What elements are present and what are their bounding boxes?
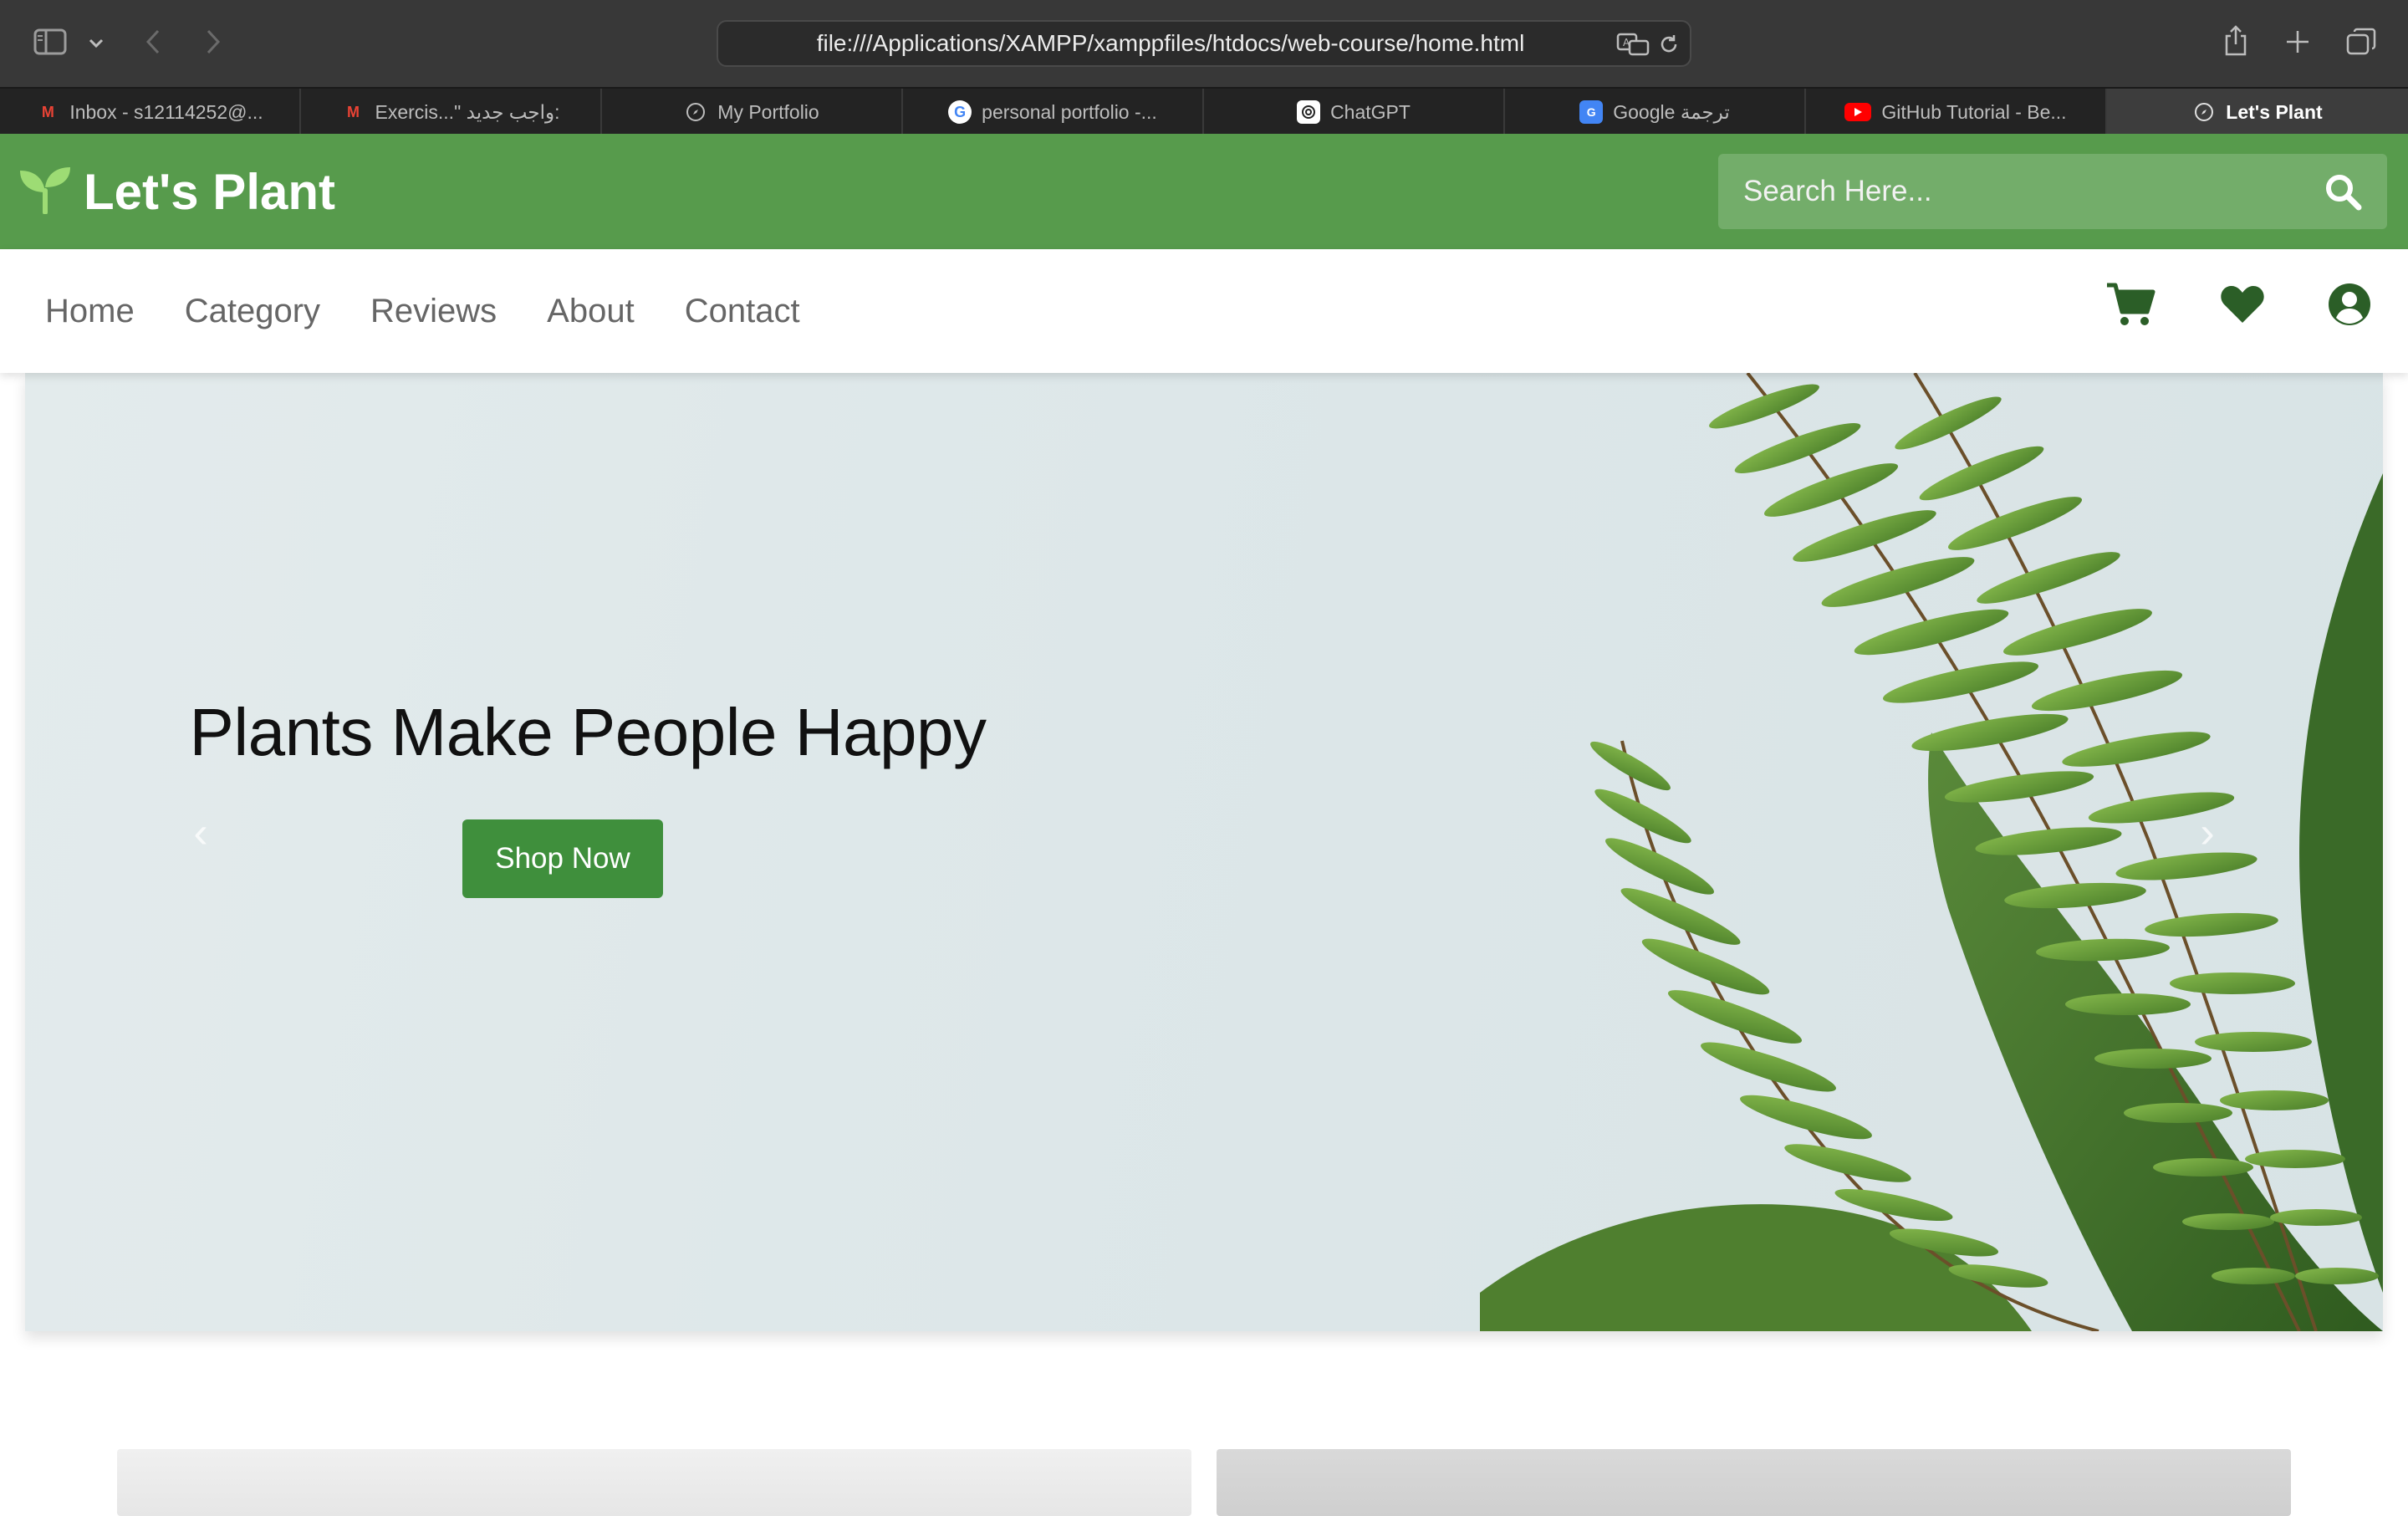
compass-icon: [684, 100, 707, 124]
back-icon[interactable]: [140, 25, 166, 59]
hero-carousel: Plants Make People Happy Shop Now ‹ ›: [25, 373, 2383, 1331]
gmail-icon: M: [347, 103, 360, 120]
tab-strip: M Inbox - s12114252@... M Exercis..." وا…: [0, 87, 2408, 135]
forward-icon[interactable]: [201, 25, 226, 59]
nav-link-contact[interactable]: Contact: [685, 293, 800, 330]
category-card[interactable]: [117, 1449, 1191, 1516]
google-translate-icon: G: [1579, 100, 1604, 124]
shop-now-button[interactable]: Shop Now: [462, 819, 663, 898]
browser-tab[interactable]: G Google ترجمة: [1505, 89, 1806, 135]
nav-links: Home Category Reviews About Contact: [45, 249, 800, 373]
browser-tab[interactable]: G personal portfolio -...: [903, 89, 1204, 135]
nav-link-home[interactable]: Home: [45, 293, 135, 330]
tab-label: ChatGPT: [1330, 100, 1411, 123]
browser-tab[interactable]: GitHub Tutorial - Be...: [1806, 89, 2107, 135]
google-icon: G: [948, 100, 972, 124]
url-text: file:///Applications/XAMPP/xamppfiles/ht…: [816, 30, 1525, 56]
cart-icon[interactable]: [2105, 281, 2155, 328]
compass-icon: [2192, 100, 2216, 124]
browser-toolbar: file:///Applications/XAMPP/xamppfiles/ht…: [0, 0, 2408, 87]
tab-label: GitHub Tutorial - Be...: [1881, 100, 2067, 123]
tab-overview-icon[interactable]: [2344, 25, 2378, 59]
translate-icon[interactable]: A: [1616, 32, 1650, 57]
svg-text:A: A: [1623, 37, 1630, 48]
heart-icon[interactable]: [2219, 281, 2266, 328]
youtube-icon: [1844, 103, 1872, 121]
logo[interactable]: Let's Plant: [18, 134, 335, 249]
gmail-icon: M: [41, 103, 54, 120]
nav-link-category[interactable]: Category: [185, 293, 320, 330]
tab-label: Exercis..." واجب جديد:: [375, 100, 560, 123]
tab-label: Google ترجمة: [1613, 100, 1730, 123]
browser-tab[interactable]: M Inbox - s12114252@...: [0, 89, 301, 135]
tab-label: Inbox - s12114252@...: [69, 100, 263, 123]
carousel-next-icon[interactable]: ›: [2182, 808, 2232, 858]
tab-label: personal portfolio -...: [982, 100, 1157, 123]
browser-tab[interactable]: M Exercis..." واجب جديد:: [301, 89, 602, 135]
nav-link-reviews[interactable]: Reviews: [370, 293, 497, 330]
reload-icon[interactable]: [1656, 32, 1681, 57]
browser-tab[interactable]: My Portfolio: [602, 89, 903, 135]
search-icon[interactable]: [2324, 172, 2362, 211]
main-nav: Home Category Reviews About Contact: [0, 249, 2408, 373]
browser-tab[interactable]: ChatGPT: [1204, 89, 1505, 135]
chatgpt-icon: [1297, 100, 1321, 124]
site-header: Let's Plant: [0, 134, 2408, 249]
share-icon[interactable]: [2221, 22, 2251, 60]
nav-link-about[interactable]: About: [547, 293, 635, 330]
seedling-icon: [18, 166, 72, 218]
logo-text: Let's Plant: [84, 163, 335, 220]
new-tab-icon[interactable]: [2283, 25, 2313, 59]
browser-tab-active[interactable]: Let's Plant: [2107, 89, 2408, 135]
carousel-prev-icon[interactable]: ‹: [176, 808, 226, 858]
fern-image: [1480, 373, 2383, 1331]
user-icon[interactable]: [2328, 281, 2371, 328]
sidebar-toggle-icon[interactable]: [32, 25, 69, 59]
tab-label: Let's Plant: [2226, 100, 2323, 123]
tab-label: My Portfolio: [717, 100, 819, 123]
chevron-down-icon[interactable]: [84, 32, 109, 55]
address-bar[interactable]: file:///Applications/XAMPP/xamppfiles/ht…: [717, 20, 1691, 67]
hero-title: Plants Make People Happy: [189, 695, 987, 769]
category-card[interactable]: [1217, 1449, 2291, 1516]
search-box: [1718, 154, 2387, 229]
search-input[interactable]: [1718, 154, 2303, 229]
